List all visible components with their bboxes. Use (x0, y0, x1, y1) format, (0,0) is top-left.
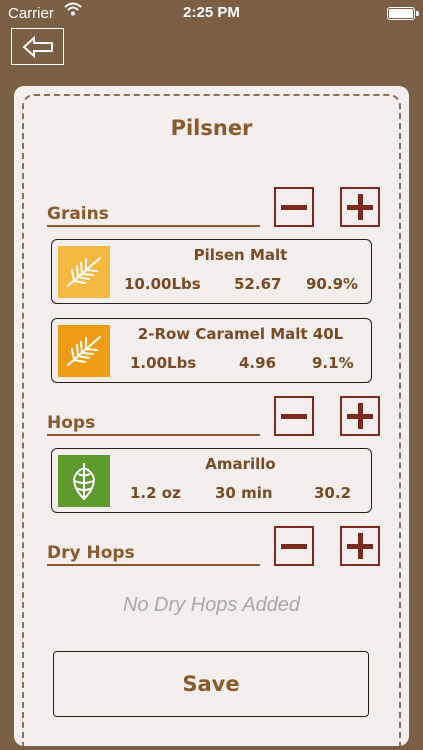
grain-name: Pilsen Malt (193, 246, 288, 264)
hop-name: Amarillo (205, 455, 276, 473)
recipe-card: Pilsner Grains Pilsen Malt 10.00Lbs 52.6… (14, 86, 409, 746)
recipe-title: Pilsner (170, 116, 253, 140)
grains-underline (47, 225, 260, 227)
minus-icon (281, 543, 307, 549)
grain-value: 52.67 (234, 275, 282, 293)
navigation-bar (0, 28, 423, 72)
grains-heading: Grains (47, 204, 109, 224)
hop-time: 30 min (215, 484, 273, 502)
hops-underline (47, 434, 260, 436)
grain-percent: 9.1% (312, 354, 354, 372)
dry-hops-underline (47, 564, 260, 566)
grain-item-pilsen-malt[interactable]: Pilsen Malt 10.00Lbs 52.67 90.9% (51, 239, 372, 304)
remove-dry-hop-button[interactable] (274, 526, 314, 566)
remove-hop-button[interactable] (274, 396, 314, 436)
add-dry-hop-button[interactable] (340, 526, 380, 566)
plus-icon-v (357, 194, 363, 220)
plus-icon-v (357, 403, 363, 429)
hop-icon (58, 455, 110, 507)
remove-grain-button[interactable] (274, 187, 314, 227)
minus-icon (281, 413, 307, 419)
grain-percent: 90.9% (306, 275, 359, 293)
status-time: 2:25 PM (183, 4, 240, 21)
dry-hops-heading: Dry Hops (47, 543, 135, 563)
back-button[interactable] (11, 28, 64, 65)
back-arrow-icon (22, 35, 53, 58)
grain-item-caramel-malt[interactable]: 2-Row Caramel Malt 40L 1.00Lbs 4.96 9.1% (51, 318, 372, 383)
hops-heading: Hops (47, 413, 96, 433)
hop-item-amarillo[interactable]: Amarillo 1.2 oz 30 min 30.2 (51, 448, 372, 513)
status-bar: Carrier 2:25 PM (0, 0, 423, 28)
plus-icon-v (357, 533, 363, 559)
battery-icon (387, 7, 419, 20)
hop-amount: 1.2 oz (130, 484, 181, 502)
save-button[interactable]: Save (53, 651, 369, 717)
add-hop-button[interactable] (340, 396, 380, 436)
grain-name: 2-Row Caramel Malt 40L (137, 325, 344, 343)
grain-amount: 10.00Lbs (124, 275, 201, 293)
dry-hops-empty-message: No Dry Hops Added (122, 594, 301, 616)
minus-icon (281, 204, 307, 210)
grain-amount: 1.00Lbs (130, 354, 197, 372)
add-grain-button[interactable] (340, 187, 380, 227)
wheat-icon (58, 325, 110, 377)
grain-value: 4.96 (239, 354, 277, 372)
hop-value: 30.2 (314, 484, 352, 502)
wheat-icon (58, 246, 110, 298)
